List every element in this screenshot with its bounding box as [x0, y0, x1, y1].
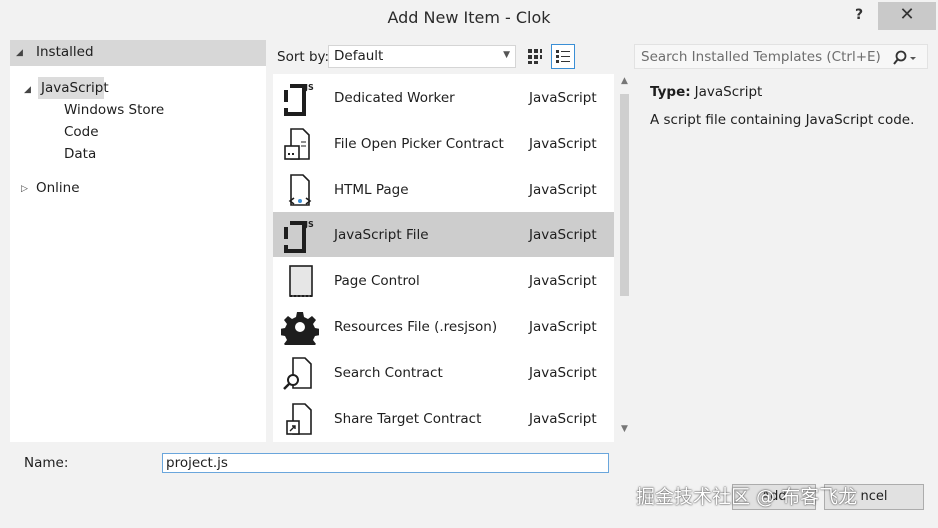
scroll-down-arrow-icon[interactable]: ▼ [616, 424, 633, 440]
template-search-box[interactable]: Search Installed Templates (Ctrl+E) [634, 44, 928, 69]
sort-by-label: Sort by: [277, 49, 330, 65]
tree-node-code[interactable]: Code [64, 124, 99, 140]
page-control-icon [281, 263, 319, 299]
help-button[interactable]: ? [848, 5, 870, 27]
html-page-icon [281, 172, 319, 208]
details-view-button[interactable] [551, 44, 575, 69]
template-row[interactable]: File Open Picker Contract JavaScript [273, 121, 614, 166]
tree-label-installed: Installed [36, 44, 94, 60]
scroll-up-arrow-icon[interactable]: ▲ [616, 76, 633, 92]
template-description: A script file containing JavaScript code… [650, 112, 915, 128]
expanded-arrow-icon[interactable]: ◢ [16, 48, 23, 58]
template-type: JavaScript [529, 319, 597, 335]
collapsed-arrow-icon[interactable]: ▷ [21, 184, 28, 194]
template-name: JavaScript File [334, 227, 429, 244]
search-input[interactable]: Search Installed Templates (Ctrl+E) [641, 49, 881, 65]
js-file-icon: JS [281, 80, 319, 116]
template-details: Type: JavaScript A script file containing… [650, 84, 930, 128]
template-row[interactable]: Search Contract JavaScript [273, 350, 614, 395]
template-type: JavaScript [529, 273, 597, 290]
search-contract-icon [281, 355, 319, 391]
template-type: JavaScript [529, 410, 597, 427]
share-contract-icon [281, 401, 319, 437]
template-name: Search Contract [334, 364, 443, 381]
template-name: Share Target Contract [334, 410, 482, 427]
scrollbar-thumb[interactable] [620, 94, 629, 296]
vertical-scrollbar[interactable]: ▲ ▼ [616, 74, 633, 442]
search-icon[interactable] [889, 48, 919, 68]
tree-node-data[interactable]: Data [64, 146, 96, 162]
template-row[interactable]: Resources File (.resjson) JavaScript [273, 304, 614, 352]
name-label: Name: [24, 455, 69, 471]
svg-text:JS: JS [304, 83, 314, 92]
template-type: JavaScript [529, 364, 597, 381]
template-type: JavaScript [529, 181, 597, 198]
name-input[interactable] [162, 453, 609, 473]
template-list-items: JS Dedicated Worker JavaScript File Open Pi… [273, 74, 614, 442]
template-row[interactable]: JS Dedicated Worker JavaScript [273, 75, 614, 120]
tree-node-windows-store[interactable]: Windows Store [64, 102, 164, 118]
dropdown-arrow-icon: ▼ [503, 50, 510, 60]
picker-contract-icon [281, 126, 319, 162]
svg-text:JS: JS [304, 220, 314, 229]
sort-by-value: Default [334, 48, 384, 64]
expanded-arrow-icon[interactable]: ◢ [24, 85, 31, 95]
list-view-icon [556, 50, 570, 63]
title-bar: Add New Item - Clok ? ✕ [0, 0, 938, 36]
gear-icon [280, 309, 320, 352]
template-row[interactable]: HTML Page JavaScript [273, 167, 614, 212]
template-list: JS Dedicated Worker JavaScript File Open Pi… [273, 74, 633, 442]
tree-label-javascript: JavaScript [41, 80, 109, 96]
tree-node-installed[interactable]: ◢ Installed [10, 40, 266, 66]
template-tree: ◢ Installed ◢ JavaScript Windows Store C… [10, 40, 266, 442]
template-row[interactable]: Share Target Contract JavaScript [273, 396, 614, 441]
template-row[interactable]: Page Control JavaScript [273, 258, 614, 303]
template-name: Dedicated Worker [334, 90, 455, 106]
medium-icons-view-button[interactable] [523, 44, 547, 69]
sort-by-dropdown[interactable]: Default ▼ [328, 45, 516, 68]
type-label: Type: [650, 84, 691, 100]
template-type: JavaScript [529, 227, 597, 244]
js-file-icon: JS [281, 217, 319, 254]
window-title: Add New Item - Clok [387, 8, 551, 27]
type-value: JavaScript [694, 84, 763, 100]
close-button[interactable]: ✕ [878, 2, 936, 30]
template-name: Page Control [334, 273, 420, 290]
template-type: JavaScript [529, 90, 597, 106]
template-name: HTML Page [334, 181, 409, 198]
template-row[interactable]: JS JavaScript File JavaScript [273, 212, 614, 258]
tree-node-online[interactable]: Online [36, 180, 80, 196]
template-name: File Open Picker Contract [334, 135, 504, 152]
template-name: Resources File (.resjson) [334, 319, 498, 335]
template-type: JavaScript [529, 135, 597, 152]
watermark: 掘金技术社区 @ 布客飞龙 [636, 486, 858, 508]
grid-view-icon [528, 49, 542, 64]
